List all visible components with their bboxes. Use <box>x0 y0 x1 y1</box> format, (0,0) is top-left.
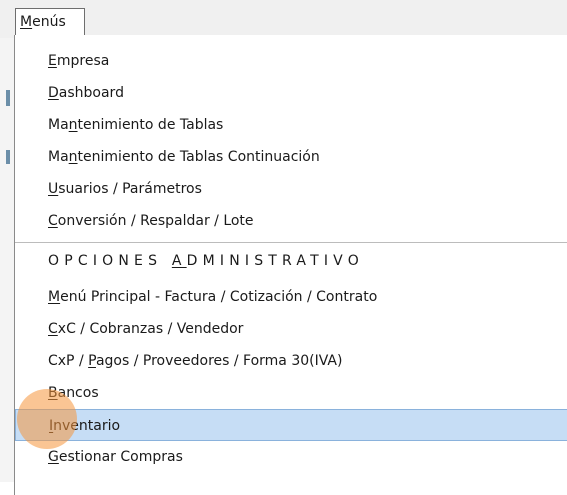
menu-item-usuarios-parametros[interactable]: Usuarios / Parámetros <box>15 173 567 205</box>
menu-item-conversion-respaldar-lote[interactable]: Conversión / Respaldar / Lote <box>15 205 567 237</box>
menu-item-text: enú Principal - Factura / Cotización / C… <box>60 289 378 305</box>
menu-menus[interactable]: Menús <box>15 8 85 36</box>
menu-item-text: Ma <box>48 149 69 165</box>
menu-item-text: ashboard <box>58 85 124 101</box>
menu-separator <box>15 242 567 243</box>
menus-dropdown: Empresa Dashboard Mantenimiento de Tabla… <box>14 35 567 495</box>
menu-item-text: CxP / <box>48 353 89 369</box>
menu-menus-label: enús <box>32 14 66 30</box>
menu-item-text: onversión / Respaldar / Lote <box>57 213 254 229</box>
menu-item-menu-principal[interactable]: Menú Principal - Factura / Cotización / … <box>15 281 567 313</box>
menu-item-mnemonic: E <box>48 53 57 69</box>
menu-item-mnemonic: n <box>68 117 78 133</box>
menu-item-mantenimiento-tablas[interactable]: Mantenimiento de Tablas <box>15 109 567 141</box>
menu-item-mnemonic: n <box>68 149 78 165</box>
menu-item-text: estionar Compras <box>58 449 183 465</box>
menu-item-mantenimiento-tablas-continuacion[interactable]: Mantenimiento de Tablas Continuación <box>15 141 567 173</box>
menu-item-text: suarios / Parámetros <box>58 181 202 197</box>
click-highlight-indicator <box>17 389 77 449</box>
menu-item-dashboard[interactable]: Dashboard <box>15 77 567 109</box>
menu-item-gestionar-compras[interactable]: Gestionar Compras <box>15 441 567 473</box>
menu-item-text: mpresa <box>56 53 110 69</box>
menu-item-text: tenimiento de Tablas <box>77 117 224 133</box>
menu-item-mnemonic: G <box>48 449 59 465</box>
menu-item-empresa[interactable]: Empresa <box>15 45 567 77</box>
menu-item-cxp-pagos[interactable]: CxP / Pagos / Proveedores / Forma 30(IVA… <box>15 345 567 377</box>
menu-menus-mnemonic: M <box>20 14 33 30</box>
menu-item-text: Ma <box>48 117 69 133</box>
menu-item-text: tenimiento de Tablas Continuación <box>77 149 320 165</box>
menu-item-text: xC / Cobranzas / Vendedor <box>57 321 244 337</box>
background-marker <box>6 90 10 106</box>
section-heading-opciones-administrativo[interactable]: OPCIONES ADMINISTRATIVO <box>15 245 567 277</box>
menu-item-mnemonic: M <box>48 289 61 305</box>
background-marker <box>6 150 10 164</box>
section-heading-mnemonic: A <box>171 253 187 269</box>
menu-item-cxc-cobranzas[interactable]: CxC / Cobranzas / Vendedor <box>15 313 567 345</box>
menu-item-text: agos / Proveedores / Forma 30(IVA) <box>95 353 343 369</box>
section-heading-text: OPCIONES <box>48 253 172 269</box>
background-window-strip <box>0 38 14 482</box>
menu-item-mnemonic: P <box>88 353 96 369</box>
menu-item-bancos[interactable]: Bancos <box>15 377 567 409</box>
menu-item-mnemonic: C <box>48 321 58 337</box>
menu-item-mnemonic: D <box>48 85 59 101</box>
menu-item-mnemonic: C <box>48 213 58 229</box>
menu-item-mnemonic: U <box>48 181 59 197</box>
section-heading-text: DMINISTRATIVO <box>186 253 364 269</box>
menu-item-inventario[interactable]: Inventario <box>15 409 567 441</box>
menu-bar: Menús <box>0 0 567 38</box>
